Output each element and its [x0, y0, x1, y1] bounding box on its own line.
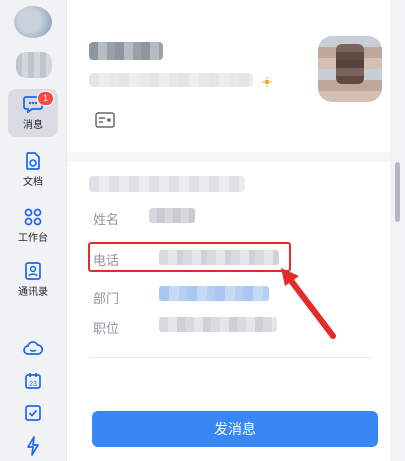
business-card-icon[interactable]	[95, 112, 115, 133]
cloud-icon[interactable]	[20, 335, 46, 361]
annotation-highlight-box	[88, 242, 291, 272]
section-title-redacted	[89, 176, 245, 192]
field-value-department-link[interactable]	[159, 286, 269, 301]
profile-avatar[interactable]	[318, 36, 382, 102]
field-label-department: 部门	[93, 291, 120, 306]
field-label-position: 职位	[93, 321, 120, 336]
contacts-icon	[24, 262, 42, 280]
profile-subtitle-redacted	[89, 73, 253, 87]
profile-card: 姓名 电话 部门 职位 发消息	[67, 0, 390, 461]
sidebar-item-label: 工作台	[18, 233, 48, 244]
field-value-position-redacted	[159, 317, 277, 332]
sidebar-item-workbench[interactable]: 工作台	[8, 202, 58, 250]
calendar-icon[interactable]: 23	[20, 368, 46, 394]
sidebar-item-label: 消息	[23, 120, 43, 131]
section-divider	[67, 152, 390, 162]
sidebar-item-messages[interactable]: 消息 1	[8, 89, 58, 137]
profile-header	[67, 0, 390, 152]
task-check-icon[interactable]	[20, 400, 46, 426]
bottom-divider	[89, 357, 371, 358]
org-logo[interactable]	[16, 52, 52, 78]
send-message-button[interactable]: 发消息	[92, 411, 378, 447]
sidebar: 消息 1 文档 工作台 通讯录 23	[0, 0, 67, 461]
field-label-name: 姓名	[93, 212, 120, 227]
scrollbar[interactable]	[395, 162, 400, 222]
sidebar-item-label: 通讯录	[18, 287, 48, 298]
profile-name-redacted	[89, 42, 163, 60]
sidebar-item-contacts[interactable]: 通讯录	[8, 256, 58, 304]
avatar-photo	[336, 44, 364, 84]
annotation-arrow	[281, 268, 336, 339]
document-icon	[24, 152, 42, 170]
status-sun-icon	[262, 74, 272, 87]
sidebar-item-label: 文档	[23, 177, 43, 188]
calendar-day: 23	[29, 381, 37, 388]
user-avatar[interactable]	[14, 6, 52, 38]
apps-grid-icon	[24, 208, 42, 226]
sidebar-item-docs[interactable]: 文档	[8, 146, 58, 194]
unread-badge: 1	[37, 91, 54, 106]
field-value-name-redacted	[149, 208, 195, 223]
main-panel: 姓名 电话 部门 职位 发消息	[67, 0, 405, 461]
lightning-icon[interactable]	[20, 433, 46, 459]
